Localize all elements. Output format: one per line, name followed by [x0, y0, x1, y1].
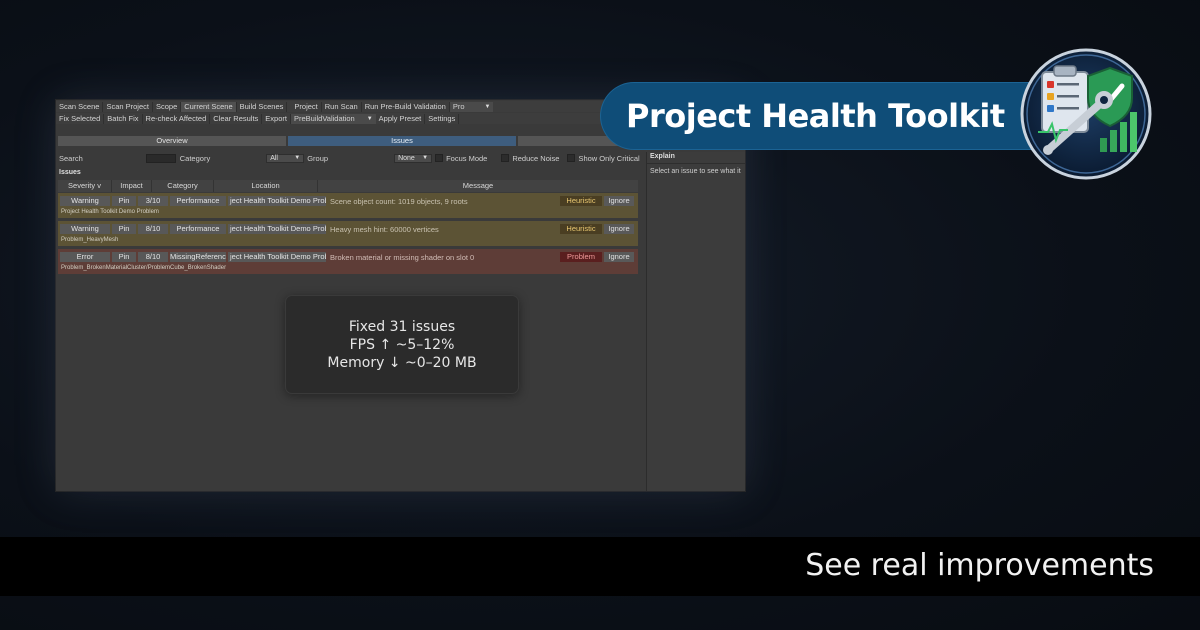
toast-fixed-count: Fixed 31 issues — [348, 318, 456, 335]
search-label: Search — [59, 153, 83, 163]
severity-cell: Error — [60, 252, 110, 262]
column-location[interactable]: Location — [214, 180, 318, 192]
tab-issues[interactable]: Issues — [288, 136, 516, 146]
group-dropdown[interactable]: None ▼ — [394, 153, 433, 163]
chevron-down-icon: ▼ — [422, 155, 429, 161]
apply-preset-button[interactable]: Apply Preset — [376, 113, 426, 124]
impact-cell: 3/10 — [138, 196, 168, 206]
scan-scene-button[interactable]: Scan Scene — [56, 101, 104, 112]
scope-project-toggle[interactable]: Project — [291, 101, 322, 112]
location-cell[interactable]: ject Health Toolkit Demo Prob — [228, 252, 326, 262]
explain-panel: Explain Select an issue to see what it — [646, 152, 745, 491]
preset-dropdown-value: PreBuildValidation — [293, 114, 355, 123]
scope-build-scenes-toggle[interactable]: Build Scenes — [237, 101, 288, 112]
location-cell[interactable]: ject Health Toolkit Demo Prob — [228, 196, 326, 206]
category-dropdown-value: All — [270, 154, 278, 162]
column-severity[interactable]: Severity v — [58, 180, 112, 192]
reduce-noise-checkbox[interactable] — [501, 154, 510, 162]
impact-cell: 8/10 — [138, 252, 168, 262]
clear-results-button[interactable]: Clear Results — [210, 113, 263, 124]
clipboard-shield-wrench-chart-icon — [1020, 48, 1152, 180]
column-impact[interactable]: Impact — [112, 180, 152, 192]
show-only-critical-label: Show Only Critical — [578, 153, 640, 163]
scope-label: Scope — [153, 101, 182, 112]
category-cell: Performance — [170, 196, 226, 206]
impact-cell: 8/10 — [138, 224, 168, 234]
focus-mode-toggle[interactable]: Focus Mode — [435, 154, 487, 163]
table-row[interactable]: Error Pin 8/10 MissingReference ject Hea… — [58, 249, 638, 274]
group-label: Group — [307, 153, 329, 163]
run-prebuild-validation-button[interactable]: Run Pre-Build Validation — [362, 101, 450, 112]
heuristic-badge: Heuristic — [560, 224, 602, 234]
chevron-down-icon: ▼ — [366, 115, 373, 122]
scope-current-scene-toggle[interactable]: Current Scene — [181, 101, 237, 112]
run-scan-button[interactable]: Run Scan — [322, 101, 362, 112]
tab-overview[interactable]: Overview — [58, 136, 286, 146]
tier-dropdown[interactable]: Pro ▼ — [449, 101, 494, 112]
show-only-critical-checkbox[interactable] — [567, 154, 576, 162]
reduce-noise-toggle[interactable]: Reduce Noise — [501, 154, 559, 163]
search-input[interactable] — [145, 153, 176, 163]
column-message[interactable]: Message — [318, 180, 638, 192]
location-cell[interactable]: ject Health Toolkit Demo Prob — [228, 224, 326, 234]
explain-title: Explain — [650, 153, 675, 160]
group-dropdown-value: None — [398, 154, 415, 162]
table-row[interactable]: Warning Pin 8/10 Performance ject Health… — [58, 221, 638, 246]
problem-badge: Problem — [560, 252, 602, 262]
object-path: Project Health Toolkit Demo Problem — [61, 209, 159, 215]
object-path: Problem_HeavyMesh — [61, 237, 119, 243]
footer-tagline: See real improvements — [805, 548, 1154, 583]
results-toast: Fixed 31 issues FPS ↑ ~5–12% Memory ↓ ~0… — [285, 295, 519, 394]
pin-button[interactable]: Pin — [112, 252, 136, 262]
tier-dropdown-value: Pro — [452, 102, 465, 111]
preset-dropdown[interactable]: PreBuildValidation ▼ — [290, 113, 376, 124]
show-only-critical-toggle[interactable]: Show Only Critical — [567, 153, 640, 163]
focus-mode-checkbox[interactable] — [435, 154, 444, 162]
background: Scan Scene Scan Project Scope Current Sc… — [0, 0, 1200, 630]
issues-section-title: Issues — [59, 169, 81, 176]
ignore-button[interactable]: Ignore — [604, 196, 634, 206]
message-cell: Scene object count: 1019 objects, 9 root… — [330, 196, 468, 206]
settings-button[interactable]: Settings — [425, 113, 460, 124]
footer-bar: See real improvements — [0, 537, 1200, 596]
object-path: Problem_BrokenMaterialCluster/ProblemCub… — [61, 265, 227, 271]
severity-cell: Warning — [60, 196, 110, 206]
focus-mode-label: Focus Mode — [446, 153, 488, 163]
category-dropdown[interactable]: All ▼ — [266, 153, 305, 163]
severity-cell: Warning — [60, 224, 110, 234]
reduce-noise-label: Reduce Noise — [512, 153, 560, 163]
column-category[interactable]: Category — [152, 180, 214, 192]
scan-project-button[interactable]: Scan Project — [103, 101, 153, 112]
heuristic-badge: Heuristic — [560, 196, 602, 206]
recheck-affected-button[interactable]: Re-check Affected — [143, 113, 211, 124]
pin-button[interactable]: Pin — [112, 196, 136, 206]
message-cell: Broken material or missing shader on slo… — [330, 252, 475, 262]
explain-body: Select an issue to see what it — [647, 163, 745, 491]
chevron-down-icon: ▼ — [484, 103, 491, 110]
fix-selected-button[interactable]: Fix Selected — [56, 113, 105, 124]
ignore-button[interactable]: Ignore — [604, 252, 634, 262]
batch-fix-button[interactable]: Batch Fix — [104, 113, 143, 124]
message-cell: Heavy mesh hint: 60000 vertices — [330, 224, 439, 234]
issues-table-header: Severity v Impact Category Location Mess… — [58, 180, 638, 192]
category-label: Category — [179, 153, 211, 163]
toast-fps-gain: FPS ↑ ~5–12% — [349, 336, 455, 353]
ignore-button[interactable]: Ignore — [604, 224, 634, 234]
filter-row: Search Category All ▼ Group None ▼ Focus… — [56, 152, 646, 164]
toast-memory-gain: Memory ↓ ~0–20 MB — [327, 354, 477, 371]
table-row[interactable]: Warning Pin 3/10 Performance ject Health… — [58, 193, 638, 218]
banner-title: Project Health Toolkit — [626, 97, 1005, 135]
category-cell: MissingReference — [170, 252, 226, 262]
pin-button[interactable]: Pin — [112, 224, 136, 234]
export-button[interactable]: Export — [262, 113, 291, 124]
explain-hint: Select an issue to see what it — [650, 168, 741, 175]
chevron-down-icon: ▼ — [294, 155, 301, 161]
category-cell: Performance — [170, 224, 226, 234]
